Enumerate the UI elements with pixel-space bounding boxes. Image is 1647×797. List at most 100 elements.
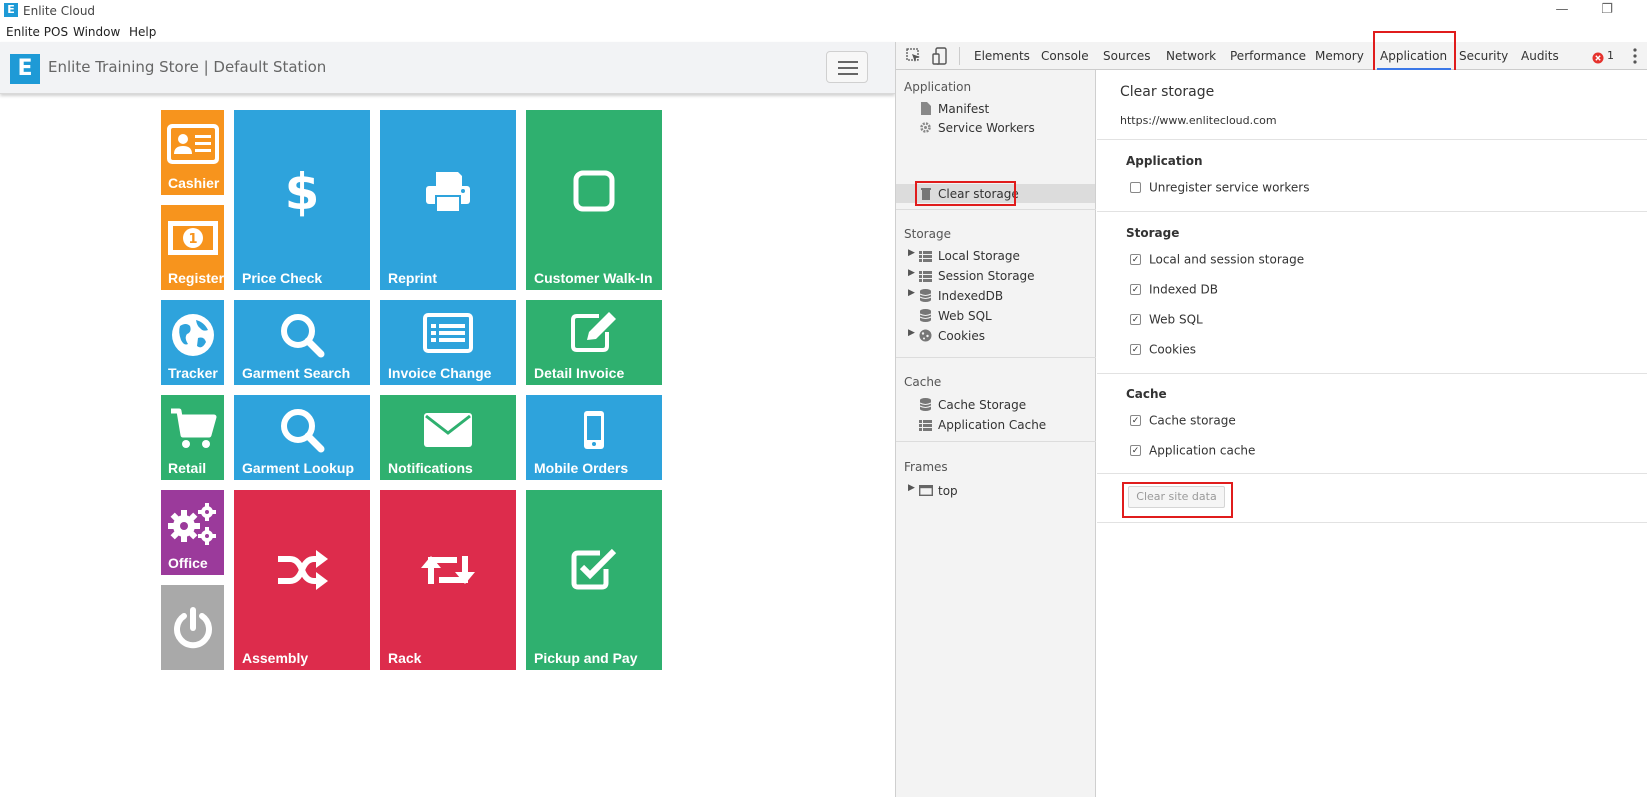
sidebar-header-application: Application — [904, 80, 972, 94]
window-titlebar: E Enlite Cloud — ❐ — [0, 0, 1647, 22]
tab-memory[interactable]: Memory — [1315, 49, 1364, 63]
tile-retail[interactable]: Retail — [161, 395, 224, 480]
error-count[interactable]: 1 — [1607, 49, 1614, 62]
tile-office[interactable]: Office — [161, 490, 224, 575]
tile-register[interactable]: 1 Register — [161, 205, 224, 290]
expand-arrow-icon[interactable]: ▶ — [908, 328, 915, 338]
pane-title: Clear storage — [1120, 84, 1215, 100]
tile-garment-lookup[interactable]: Garment Lookup — [234, 395, 370, 480]
tile-pickup-and-pay[interactable]: Pickup and Pay — [526, 490, 662, 670]
option-label: Cookies — [1149, 342, 1196, 357]
expand-arrow-icon[interactable]: ▶ — [908, 268, 915, 278]
tile-label: Price Check — [242, 270, 323, 286]
tile-label: Customer Walk-In — [534, 270, 653, 286]
sidebar-item-frame-top[interactable]: top — [938, 484, 958, 498]
unregister-service-workers-option[interactable]: Unregister service workers — [1130, 180, 1309, 196]
power-icon — [161, 607, 224, 651]
tile-customer-walk-in[interactable]: Customer Walk-In — [526, 110, 662, 290]
checkbox-checked[interactable]: ✓ — [1130, 284, 1141, 295]
option-label: Unregister service workers — [1149, 180, 1310, 195]
checkbox-checked[interactable]: ✓ — [1130, 314, 1141, 325]
square-outline-icon — [526, 170, 662, 212]
expand-arrow-icon[interactable]: ▶ — [908, 248, 915, 258]
tile-tracker[interactable]: Tracker — [161, 300, 224, 385]
devtools-toolbar: Elements Console Sources Network Perform… — [896, 42, 1647, 70]
tab-elements[interactable]: Elements — [974, 49, 1030, 63]
indexed-db-option[interactable]: ✓ Indexed DB — [1130, 282, 1218, 298]
toolbar-divider — [959, 47, 960, 65]
expand-arrow-icon[interactable]: ▶ — [908, 483, 915, 493]
tab-console[interactable]: Console — [1041, 49, 1089, 63]
expand-arrow-icon[interactable]: ▶ — [908, 288, 915, 298]
minimize-button[interactable]: — — [1552, 2, 1572, 20]
tile-notifications[interactable]: Notifications — [380, 395, 516, 480]
sidebar-item-indexeddb[interactable]: IndexedDB — [938, 289, 1003, 303]
tile-garment-search[interactable]: Garment Search — [234, 300, 370, 385]
printer-icon — [380, 170, 516, 214]
tab-performance[interactable]: Performance — [1230, 49, 1306, 63]
tile-label: Rack — [388, 650, 422, 666]
list-icon — [380, 313, 516, 353]
application-cache-option[interactable]: ✓ Application cache — [1130, 443, 1255, 459]
file-icon — [919, 102, 932, 115]
sidebar-item-cache-storage[interactable]: Cache Storage — [938, 398, 1026, 412]
section-divider — [1097, 473, 1647, 474]
svg-text:1: 1 — [188, 232, 197, 247]
sidebar-item-cookies[interactable]: Cookies — [938, 329, 985, 343]
hamburger-menu-button[interactable] — [826, 51, 868, 83]
cookies-option[interactable]: ✓ Cookies — [1130, 342, 1196, 358]
checkbox-checked[interactable]: ✓ — [1130, 344, 1141, 355]
device-toggle-icon[interactable] — [932, 47, 948, 69]
option-label: Cache storage — [1149, 413, 1236, 428]
database-icon — [919, 309, 932, 322]
error-icon[interactable] — [1592, 49, 1604, 68]
restore-button[interactable]: ❐ — [1597, 2, 1617, 20]
menu-window[interactable]: Window — [73, 25, 120, 39]
sidebar-item-local-storage[interactable]: Local Storage — [938, 249, 1020, 263]
tile-label: Notifications — [388, 460, 473, 476]
shopping-cart-icon — [161, 407, 224, 451]
app-logo-icon: E — [4, 3, 18, 17]
web-sql-option[interactable]: ✓ Web SQL — [1130, 312, 1203, 328]
sidebar-item-application-cache[interactable]: Application Cache — [938, 418, 1046, 432]
devtools-panel: Elements Console Sources Network Perform… — [895, 31, 1647, 797]
tile-reprint[interactable]: Reprint — [380, 110, 516, 290]
menu-enlite-pos[interactable]: Enlite POS — [6, 25, 68, 39]
tile-price-check[interactable]: $ Price Check — [234, 110, 370, 290]
more-options-icon[interactable] — [1633, 48, 1637, 68]
option-label: Local and session storage — [1149, 252, 1305, 267]
section-divider — [1097, 139, 1647, 140]
tile-rack[interactable]: Rack — [380, 490, 516, 670]
tab-network[interactable]: Network — [1166, 49, 1216, 63]
sidebar-item-service-workers[interactable]: Service Workers — [938, 121, 1035, 135]
checkbox-checked[interactable]: ✓ — [1130, 254, 1141, 265]
tile-detail-invoice[interactable]: Detail Invoice — [526, 300, 662, 385]
cache-storage-option[interactable]: ✓ Cache storage — [1130, 413, 1236, 429]
tile-cashier[interactable]: Cashier — [161, 110, 224, 195]
sidebar-item-web-sql[interactable]: Web SQL — [938, 309, 992, 323]
sidebar-divider — [896, 209, 1096, 210]
tab-audits[interactable]: Audits — [1521, 49, 1559, 63]
tile-invoice-change[interactable]: Invoice Change — [380, 300, 516, 385]
unregister-checkbox[interactable] — [1130, 182, 1141, 193]
tile-label: Tracker — [168, 365, 218, 381]
tab-sources[interactable]: Sources — [1103, 49, 1150, 63]
tile-label: Retail — [168, 460, 207, 476]
tile-power[interactable] — [161, 585, 224, 670]
checkbox-checked[interactable]: ✓ — [1130, 445, 1141, 456]
tile-label: Reprint — [388, 270, 437, 286]
sidebar-item-session-storage[interactable]: Session Storage — [938, 269, 1035, 283]
clear-storage-pane: Clear storage https://www.enlitecloud.co… — [1097, 70, 1647, 797]
tab-security[interactable]: Security — [1459, 49, 1508, 63]
local-session-storage-option[interactable]: ✓ Local and session storage — [1130, 252, 1304, 268]
tile-mobile-orders[interactable]: Mobile Orders — [526, 395, 662, 480]
sidebar-item-manifest[interactable]: Manifest — [938, 102, 989, 116]
grid-icon — [919, 420, 932, 433]
option-label: Application cache — [1149, 443, 1256, 458]
menu-help[interactable]: Help — [129, 25, 156, 39]
inspect-element-icon[interactable] — [906, 48, 922, 68]
gears-icon — [161, 500, 224, 546]
mobile-phone-icon — [526, 410, 662, 450]
tile-assembly[interactable]: Assembly — [234, 490, 370, 670]
checkbox-checked[interactable]: ✓ — [1130, 415, 1141, 426]
